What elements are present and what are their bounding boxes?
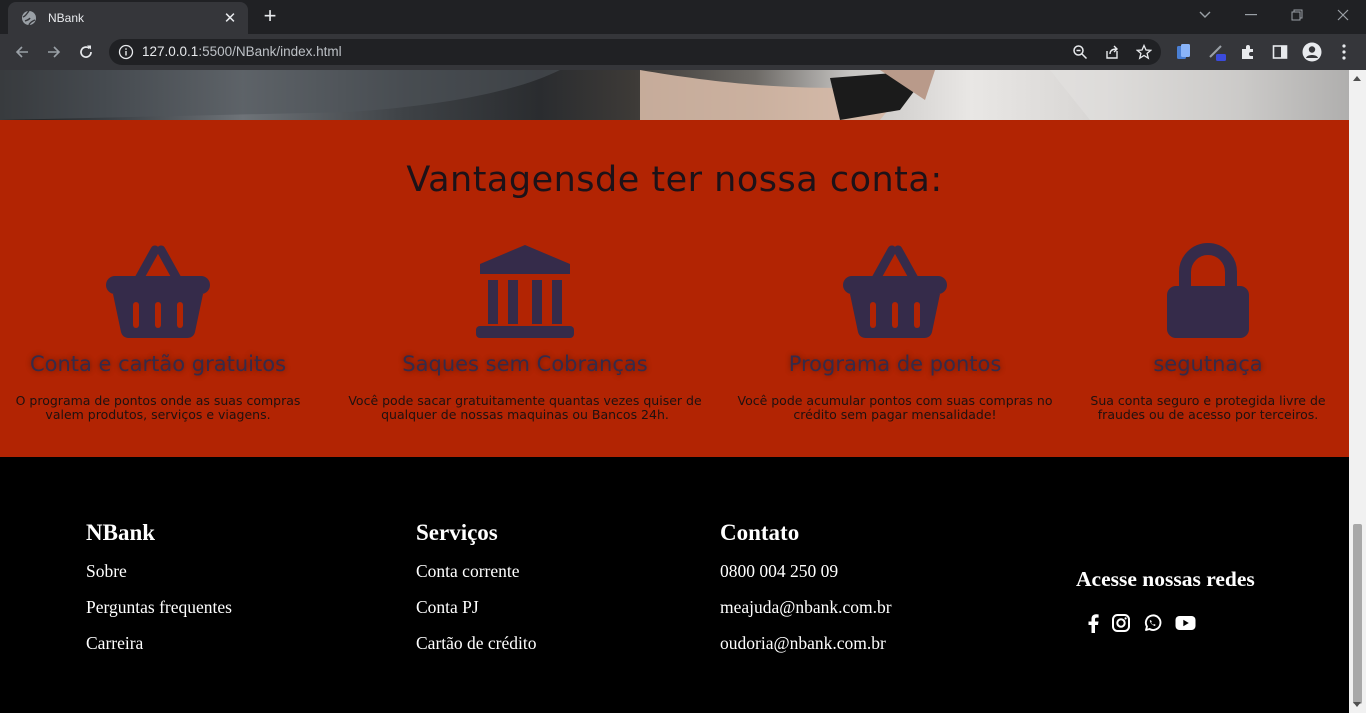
restore-button[interactable]: [1274, 0, 1320, 30]
instagram-icon[interactable]: [1112, 612, 1130, 634]
facebook-icon[interactable]: [1088, 612, 1099, 634]
footer-link-phone[interactable]: 0800 004 250 09: [720, 561, 892, 582]
bookmark-star-icon[interactable]: [1135, 43, 1153, 61]
footer-link-email-help[interactable]: meajuda@nbank.com.br: [720, 597, 892, 618]
scrollbar-thumb[interactable]: [1353, 524, 1362, 704]
tab-title: NBank: [48, 11, 85, 25]
url-text: 127.0.0.1:5500/NBank/index.html: [142, 44, 342, 59]
page-scrollbar[interactable]: [1349, 70, 1366, 713]
browser-toolbar: 127.0.0.1:5500/NBank/index.html: [0, 34, 1366, 70]
page-viewport: Vantagensde ter nossa conta: Conta e car…: [0, 70, 1349, 713]
hero-image: [0, 70, 1349, 120]
footer-col-servicos: Serviços Conta corrente Conta PJ Cartão …: [416, 520, 537, 669]
footer-link-conta-pj[interactable]: Conta PJ: [416, 597, 537, 618]
advantages-section: Vantagensde ter nossa conta: Conta e car…: [0, 120, 1349, 457]
site-info-icon[interactable]: [118, 44, 134, 60]
footer-link-conta-corrente[interactable]: Conta corrente: [416, 561, 537, 582]
basket-icon: [843, 245, 947, 338]
share-icon[interactable]: [1103, 43, 1121, 61]
forward-button[interactable]: [40, 38, 68, 66]
site-footer: NBank Sobre Perguntas frequentes Carreir…: [0, 457, 1349, 713]
footer-col-title: NBank: [86, 520, 156, 545]
browser-tab[interactable]: NBank ✕: [8, 2, 248, 34]
youtube-icon[interactable]: [1175, 612, 1196, 634]
bank-icon: [476, 245, 574, 338]
new-tab-button[interactable]: +: [259, 5, 281, 28]
reload-button[interactable]: [72, 38, 100, 66]
footer-link-sobre[interactable]: Sobre: [86, 561, 232, 582]
tab-search-icon[interactable]: [1182, 0, 1228, 30]
profile-avatar-icon[interactable]: [1302, 42, 1322, 62]
scroll-down-arrow-icon[interactable]: [1353, 702, 1361, 707]
address-bar[interactable]: 127.0.0.1:5500/NBank/index.html: [109, 39, 1161, 65]
footer-link-email-ombudsman[interactable]: oudoria@nbank.com.br: [720, 633, 892, 654]
extension-pen-icon[interactable]: [1207, 42, 1227, 62]
feature-title: segutnaça: [1153, 352, 1263, 376]
feature-text: Você pode sacar gratuitamente quantas ve…: [348, 393, 702, 422]
feature-text: Você pode acumular pontos com suas compr…: [737, 393, 1053, 422]
close-tab-icon[interactable]: ✕: [222, 10, 238, 26]
footer-link-carreira[interactable]: Carreira: [86, 633, 232, 654]
advantages-heading: Vantagensde ter nossa conta:: [406, 160, 943, 200]
side-panel-icon[interactable]: [1270, 42, 1290, 62]
minimize-button[interactable]: [1228, 0, 1274, 30]
footer-col-nbank: NBank Sobre Perguntas frequentes Carreir…: [86, 520, 232, 669]
feature-text: O programa de pontos onde as suas compra…: [15, 393, 301, 422]
footer-link-faq[interactable]: Perguntas frequentes: [86, 597, 232, 618]
whatsapp-icon[interactable]: [1143, 612, 1162, 634]
extension-docs-icon[interactable]: [1174, 42, 1194, 62]
browser-tabstrip: NBank ✕ +: [0, 0, 1366, 34]
footer-social: Acesse nossas redes: [1076, 567, 1255, 634]
feature-text: Sua conta seguro e protegida livre de fr…: [1090, 393, 1326, 422]
footer-col-contato: Contato 0800 004 250 09 meajuda@nbank.co…: [720, 520, 892, 669]
footer-col-title: Serviços: [416, 520, 498, 545]
footer-link-cartao[interactable]: Cartão de crédito: [416, 633, 537, 654]
zoom-icon[interactable]: [1071, 43, 1089, 61]
footer-col-title: Contato: [720, 520, 800, 545]
back-button[interactable]: [8, 38, 36, 66]
scroll-up-arrow-icon[interactable]: [1353, 76, 1361, 81]
browser-menu-icon[interactable]: [1334, 42, 1354, 62]
feature-title: Conta e cartão gratuitos: [29, 352, 287, 376]
globe-icon: [21, 10, 37, 26]
social-title: Acesse nossas redes: [1076, 567, 1255, 591]
feature-title: Saques sem Cobranças: [402, 352, 648, 376]
social-icons: [1088, 612, 1255, 634]
feature-title: Programa de pontos: [788, 352, 1002, 376]
close-window-button[interactable]: [1320, 0, 1366, 30]
basket-icon: [106, 245, 210, 338]
extensions-puzzle-icon[interactable]: [1238, 42, 1258, 62]
lock-icon: [1167, 243, 1249, 338]
